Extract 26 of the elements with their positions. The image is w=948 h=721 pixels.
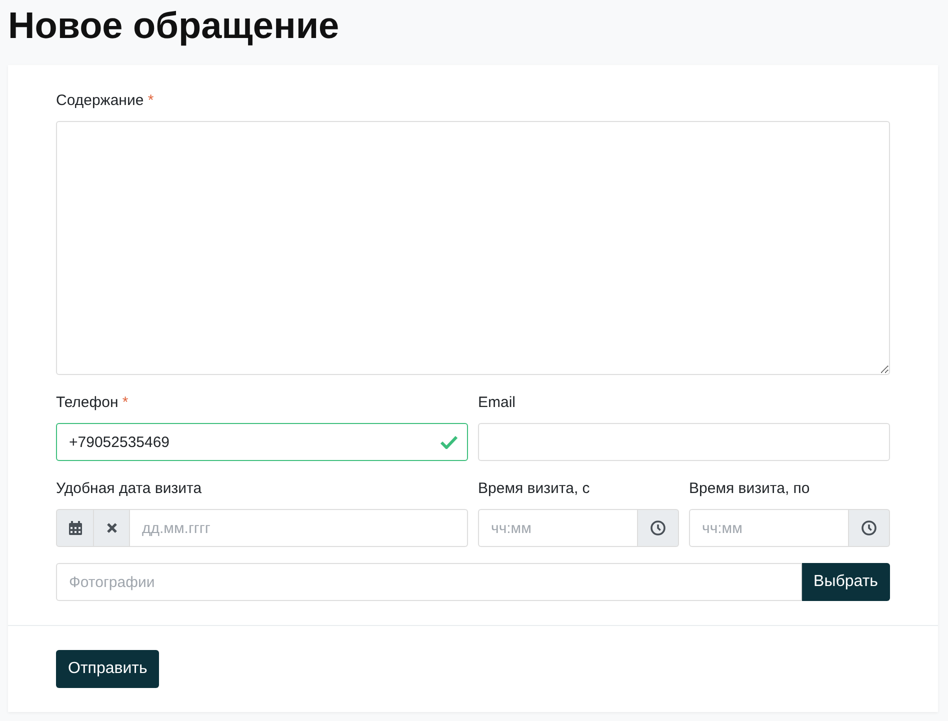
clock-icon (861, 520, 877, 536)
close-icon (106, 522, 118, 534)
field-label: Телефон * (56, 393, 130, 413)
calendar-button[interactable] (56, 509, 94, 547)
required-mark: * (148, 92, 154, 109)
clock-button[interactable] (638, 509, 679, 547)
time-field[interactable]: чч:мм (478, 509, 638, 547)
field-label: Время визита, по (689, 479, 811, 499)
phone-field[interactable]: +79052535469 (56, 423, 468, 461)
date-field[interactable]: дд.мм.гггг (130, 509, 468, 547)
field-label: Удобная дата визита (56, 479, 203, 499)
time-field[interactable]: чч:мм (689, 509, 849, 547)
required-mark: * (122, 394, 128, 411)
email-field[interactable] (478, 423, 890, 461)
clock-icon (650, 520, 666, 536)
photos-field[interactable]: Фотографии (56, 563, 802, 601)
clock-button[interactable] (849, 509, 890, 547)
clear-button[interactable] (94, 509, 130, 547)
submit-button[interactable]: Отправить (56, 650, 160, 688)
field-label: Время визита, с (478, 479, 591, 499)
calendar-icon (68, 520, 82, 536)
check-icon (440, 435, 458, 449)
page-title: Новое обращение (8, 4, 340, 48)
field-label: Содержание * (56, 91, 154, 111)
choose-button[interactable]: Выбрать (802, 563, 890, 601)
field-label: Email (478, 393, 517, 413)
